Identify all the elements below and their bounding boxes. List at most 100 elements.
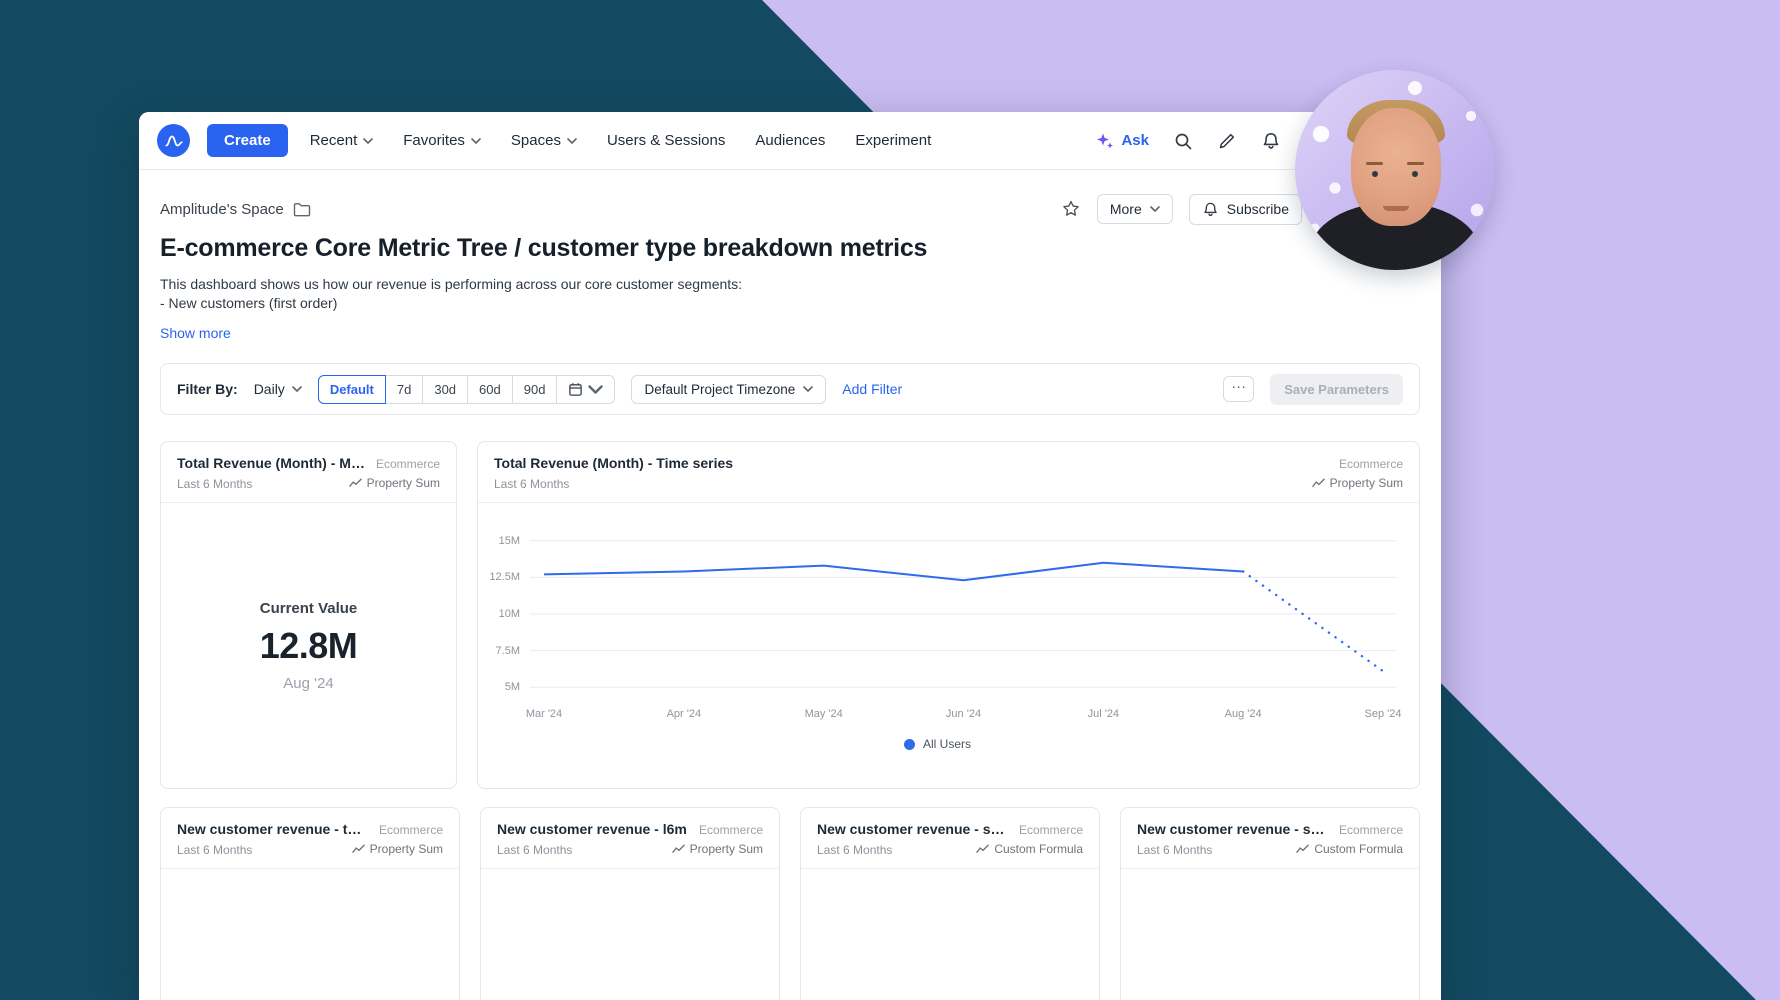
nav-item-recent[interactable]: Recent xyxy=(310,132,374,149)
notifications-button[interactable] xyxy=(1261,131,1281,151)
amplitude-wave-icon xyxy=(161,128,187,154)
metric-body: Current Value 12.8M Aug '24 xyxy=(161,503,456,788)
card-period-label: Last 6 Months xyxy=(1137,843,1212,857)
sparkle-icon xyxy=(1096,132,1114,150)
card-period-label: Last 6 Months xyxy=(497,843,572,857)
breadcrumb-label: Amplitude's Space xyxy=(160,201,284,218)
presenter-mouth xyxy=(1383,206,1409,211)
chart-legend: All Users xyxy=(478,737,1397,751)
search-button[interactable] xyxy=(1173,131,1193,151)
card-source-label: Ecommerce xyxy=(376,457,440,471)
dashboard-card: New customer revenue - total - ... Ecomm… xyxy=(160,807,460,1000)
card-measure-label: Property Sum xyxy=(690,842,763,856)
search-icon xyxy=(1173,131,1193,151)
range-option-default[interactable]: Default xyxy=(318,375,386,404)
trend-icon xyxy=(352,844,365,854)
add-filter-link[interactable]: Add Filter xyxy=(842,381,902,397)
card-title[interactable]: New customer revenue - share ... xyxy=(1137,821,1329,837)
timezone-dropdown[interactable]: Default Project Timezone xyxy=(631,375,826,404)
range-segmented: Default7d30d60d90d xyxy=(318,375,616,404)
card-period-label: Last 6 Months xyxy=(177,477,252,491)
folder-icon xyxy=(293,202,311,217)
breadcrumb[interactable]: Amplitude's Space xyxy=(160,201,311,218)
legend-label: All Users xyxy=(923,737,971,751)
card-measure-label: Custom Formula xyxy=(994,842,1083,856)
nav-item-favorites[interactable]: Favorites xyxy=(403,132,481,149)
card-title[interactable]: Total Revenue (Month) - Time series xyxy=(494,455,733,471)
presenter-eye xyxy=(1372,171,1378,177)
range-option-60d[interactable]: 60d xyxy=(467,375,513,404)
card-header: Total Revenue (Month) - Metric Ecommerce… xyxy=(161,442,456,503)
card-source-label: Ecommerce xyxy=(1339,457,1403,471)
page-title: E-commerce Core Metric Tree / customer t… xyxy=(160,234,1420,263)
card-period-label: Last 6 Months xyxy=(817,843,892,857)
chevron-down-icon xyxy=(567,138,577,144)
show-more-link[interactable]: Show more xyxy=(160,325,231,341)
card-header: New customer revenue - l6m Ecommerce Las… xyxy=(481,808,779,869)
card-header: New customer revenue - total - ... Ecomm… xyxy=(161,808,459,869)
range-option-30d[interactable]: 30d xyxy=(422,375,468,404)
custom-date-range-button[interactable] xyxy=(556,375,615,404)
timeseries-plot[interactable] xyxy=(530,529,1397,699)
create-button[interactable]: Create xyxy=(207,124,288,157)
card-measure: Custom Formula xyxy=(1296,842,1403,856)
card-header: Total Revenue (Month) - Time series Ecom… xyxy=(478,442,1419,503)
pencil-icon xyxy=(1217,131,1237,151)
card-source-label: Ecommerce xyxy=(1019,823,1083,837)
presentation-stage: Create Recent Favorites Spaces Users & Sess… xyxy=(0,0,1780,1000)
chevron-down-icon xyxy=(1150,206,1160,212)
cards-row-top: Total Revenue (Month) - Metric Ecommerce… xyxy=(160,441,1420,789)
favorite-button[interactable] xyxy=(1061,199,1081,219)
card-title[interactable]: New customer revenue - share ... xyxy=(817,821,1009,837)
trend-icon xyxy=(1296,844,1309,854)
more-button[interactable]: More xyxy=(1097,194,1173,224)
subscribe-label: Subscribe xyxy=(1227,201,1289,217)
nav-item-spaces[interactable]: Spaces xyxy=(511,132,577,149)
card-period-label: Last 6 Months xyxy=(494,477,569,491)
nav-item-label: Favorites xyxy=(403,132,465,149)
cards-row-bottom: New customer revenue - total - ... Ecomm… xyxy=(160,807,1420,1000)
save-parameters-button[interactable]: Save Parameters xyxy=(1270,374,1403,405)
card-title[interactable]: New customer revenue - l6m xyxy=(497,821,687,837)
dashboard-card: New customer revenue - share ... Ecommer… xyxy=(1120,807,1420,1000)
dashboard-card: New customer revenue - share ... Ecommer… xyxy=(800,807,1100,1000)
dashboard-content: Amplitude's Space More xyxy=(139,170,1441,1000)
range-option-7d[interactable]: 7d xyxy=(385,375,423,404)
chevron-down-icon xyxy=(803,386,813,392)
ask-button[interactable]: Ask xyxy=(1096,132,1149,150)
subscribe-button[interactable]: Subscribe xyxy=(1189,194,1302,225)
timeseries-card: Total Revenue (Month) - Time series Ecom… xyxy=(477,441,1420,789)
chevron-down-icon xyxy=(292,386,302,392)
timeseries-body: 15M12.5M10M7.5M5M Mar '24Apr '24May '24J… xyxy=(478,503,1419,788)
x-tick-label: Jul '24 xyxy=(1088,708,1119,720)
range-option-90d[interactable]: 90d xyxy=(512,375,558,404)
nav-item-users-sessions[interactable]: Users & Sessions xyxy=(607,132,725,149)
nav-item-label: Users & Sessions xyxy=(607,132,725,149)
x-tick-label: May '24 xyxy=(805,708,843,720)
card-title[interactable]: New customer revenue - total - ... xyxy=(177,821,369,837)
nav-item-experiment[interactable]: Experiment xyxy=(855,132,931,149)
nav-item-audiences[interactable]: Audiences xyxy=(755,132,825,149)
granularity-dropdown[interactable]: Daily xyxy=(254,381,302,397)
amplitude-logo[interactable] xyxy=(157,124,190,157)
x-tick-label: Sep '24 xyxy=(1365,708,1402,720)
x-tick-label: Apr '24 xyxy=(667,708,702,720)
card-measure: Property Sum xyxy=(352,842,443,856)
card-measure: Property Sum xyxy=(1312,476,1403,490)
card-source-label: Ecommerce xyxy=(699,823,763,837)
dashboard-description: This dashboard shows us how our revenue … xyxy=(160,275,1420,313)
card-measure-label: Custom Formula xyxy=(1314,842,1403,856)
subscribe-bell-icon xyxy=(1202,201,1219,218)
card-measure-label: Property Sum xyxy=(1330,476,1403,490)
filter-by-label: Filter By: xyxy=(177,381,238,397)
nav-item-label: Recent xyxy=(310,132,358,149)
notebook-button[interactable] xyxy=(1217,131,1237,151)
card-header: New customer revenue - share ... Ecommer… xyxy=(801,808,1099,869)
dashboard-card: New customer revenue - l6m Ecommerce Las… xyxy=(480,807,780,1000)
filter-overflow-button[interactable]: ··· xyxy=(1223,376,1254,402)
card-source-label: Ecommerce xyxy=(1339,823,1403,837)
y-tick-label: 12.5M xyxy=(489,571,520,583)
card-title[interactable]: Total Revenue (Month) - Metric xyxy=(177,455,366,471)
trend-icon xyxy=(672,844,685,854)
trend-icon xyxy=(1312,478,1325,488)
